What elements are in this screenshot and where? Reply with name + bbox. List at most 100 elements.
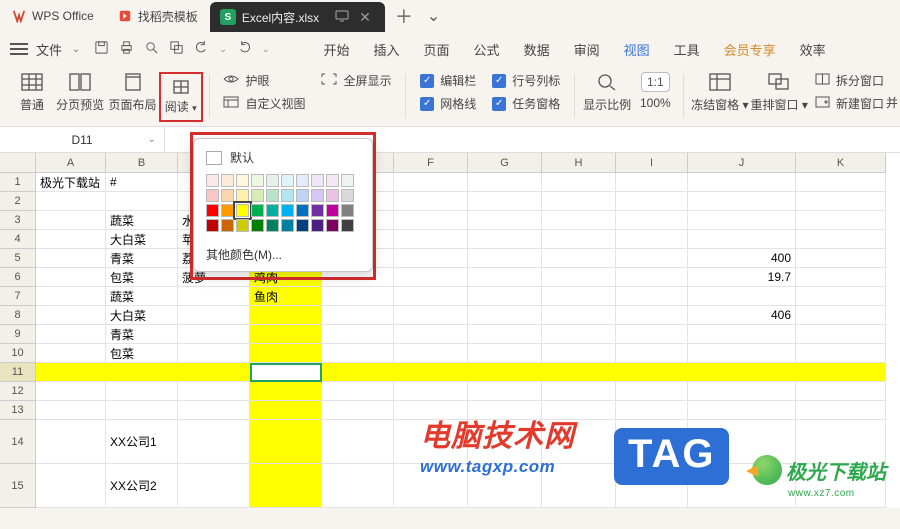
cell-H6[interactable] (542, 268, 616, 287)
view-read-button[interactable]: 阅读 ▾ (159, 72, 203, 122)
cell-H3[interactable] (542, 211, 616, 230)
cell-C9[interactable] (178, 325, 250, 344)
cell-J10[interactable] (688, 344, 796, 363)
toggle-gridlines[interactable]: ✓网格线 (420, 95, 476, 112)
cell-B3[interactable]: 蔬菜 (106, 211, 178, 230)
cell-E7[interactable] (322, 287, 394, 306)
cell-C12[interactable] (178, 382, 250, 401)
cell-D8[interactable] (250, 306, 322, 325)
cell-K6[interactable] (796, 268, 886, 287)
color-swatch[interactable] (296, 219, 309, 232)
cell-D7[interactable]: 鱼肉 (250, 287, 322, 306)
cell-B10[interactable]: 包菜 (106, 344, 178, 363)
cell-A15[interactable] (36, 464, 106, 508)
cell-I13[interactable] (616, 401, 688, 420)
col-header-G[interactable]: G (468, 153, 542, 173)
cell-F6[interactable] (394, 268, 468, 287)
row-header-8[interactable]: 8 (0, 306, 36, 325)
cell-A1[interactable]: 极光下载站 (36, 173, 106, 192)
cell-E14[interactable] (322, 420, 394, 464)
cell-H11[interactable] (542, 363, 616, 382)
cell-G3[interactable] (468, 211, 542, 230)
cell-H5[interactable] (542, 249, 616, 268)
view-page-break-button[interactable]: 分页预览 (54, 72, 106, 113)
cell-F5[interactable] (394, 249, 468, 268)
cell-D12[interactable] (250, 382, 322, 401)
cell-K5[interactable] (796, 249, 886, 268)
color-swatch[interactable] (206, 174, 219, 187)
color-swatch[interactable] (266, 174, 279, 187)
custom-view-button[interactable]: 自定义视图 (223, 95, 305, 112)
color-swatch[interactable] (221, 189, 234, 202)
view-page-layout-button[interactable]: 页面布局 (106, 72, 158, 113)
tab-data[interactable]: 数据 (524, 40, 550, 59)
color-swatch[interactable] (326, 204, 339, 217)
fullscreen-button[interactable]: 全屏显示 (321, 72, 391, 89)
cell-B14[interactable]: XX公司1 (106, 420, 178, 464)
cell-K8[interactable] (796, 306, 886, 325)
cell-I10[interactable] (616, 344, 688, 363)
tab-view[interactable]: 视图 (624, 40, 650, 59)
cell-G7[interactable] (468, 287, 542, 306)
cell-I1[interactable] (616, 173, 688, 192)
cell-B13[interactable] (106, 401, 178, 420)
cell-A9[interactable] (36, 325, 106, 344)
row-header-5[interactable]: 5 (0, 249, 36, 268)
arrange-windows-button[interactable]: 重排窗口 ▾ (750, 72, 809, 113)
color-swatch[interactable] (326, 174, 339, 187)
toggle-task-pane[interactable]: ✓任务窗格 (492, 95, 560, 112)
cell-E8[interactable] (322, 306, 394, 325)
cell-G6[interactable] (468, 268, 542, 287)
cell-F7[interactable] (394, 287, 468, 306)
cell-I8[interactable] (616, 306, 688, 325)
color-swatch[interactable] (341, 219, 354, 232)
name-box[interactable]: D11 ⌄ (0, 127, 165, 152)
cell-E13[interactable] (322, 401, 394, 420)
cell-J6[interactable]: 19.7 (688, 268, 796, 287)
cell-E11[interactable] (322, 363, 394, 382)
cell-I6[interactable] (616, 268, 688, 287)
color-swatch[interactable] (236, 174, 249, 187)
color-swatch[interactable] (221, 219, 234, 232)
cell-J2[interactable] (688, 192, 796, 211)
color-swatch[interactable] (311, 174, 324, 187)
cell-D15[interactable] (250, 464, 322, 508)
col-header-A[interactable]: A (36, 153, 106, 173)
cell-G12[interactable] (468, 382, 542, 401)
eye-protect-button[interactable]: 护眼 (223, 72, 305, 89)
cell-J1[interactable] (688, 173, 796, 192)
color-swatch[interactable] (206, 204, 219, 217)
cell-B5[interactable]: 青菜 (106, 249, 178, 268)
hamburger-icon[interactable] (10, 43, 28, 55)
cell-C10[interactable] (178, 344, 250, 363)
col-header-J[interactable]: J (688, 153, 796, 173)
cell-D13[interactable] (250, 401, 322, 420)
cell-A11[interactable] (36, 363, 106, 382)
tab-tools[interactable]: 工具 (674, 40, 700, 59)
cell-D10[interactable] (250, 344, 322, 363)
cell-I5[interactable] (616, 249, 688, 268)
color-swatch[interactable] (311, 219, 324, 232)
tab-insert[interactable]: 插入 (374, 40, 400, 59)
cell-B15[interactable]: XX公司2 (106, 464, 178, 508)
cell-F8[interactable] (394, 306, 468, 325)
color-swatch[interactable] (281, 204, 294, 217)
col-header-F[interactable]: F (394, 153, 468, 173)
new-window-button[interactable]: 新建窗口 (815, 95, 884, 112)
freeze-panes-button[interactable]: 冻结窗格 ▾ (690, 72, 749, 113)
cell-C11[interactable] (178, 363, 250, 382)
chevron-down-icon[interactable]: ⌄ (219, 44, 227, 55)
cell-H4[interactable] (542, 230, 616, 249)
cell-G2[interactable] (468, 192, 542, 211)
cell-K7[interactable] (796, 287, 886, 306)
cell-A4[interactable] (36, 230, 106, 249)
tab-formula[interactable]: 公式 (474, 40, 500, 59)
cell-B2[interactable] (106, 192, 178, 211)
row-header-13[interactable]: 13 (0, 401, 36, 420)
cell-I7[interactable] (616, 287, 688, 306)
cell-B1[interactable]: # (106, 173, 178, 192)
close-tab-icon[interactable]: ✕ (359, 9, 371, 26)
cell-K1[interactable] (796, 173, 886, 192)
cell-F1[interactable] (394, 173, 468, 192)
color-swatch[interactable] (341, 204, 354, 217)
